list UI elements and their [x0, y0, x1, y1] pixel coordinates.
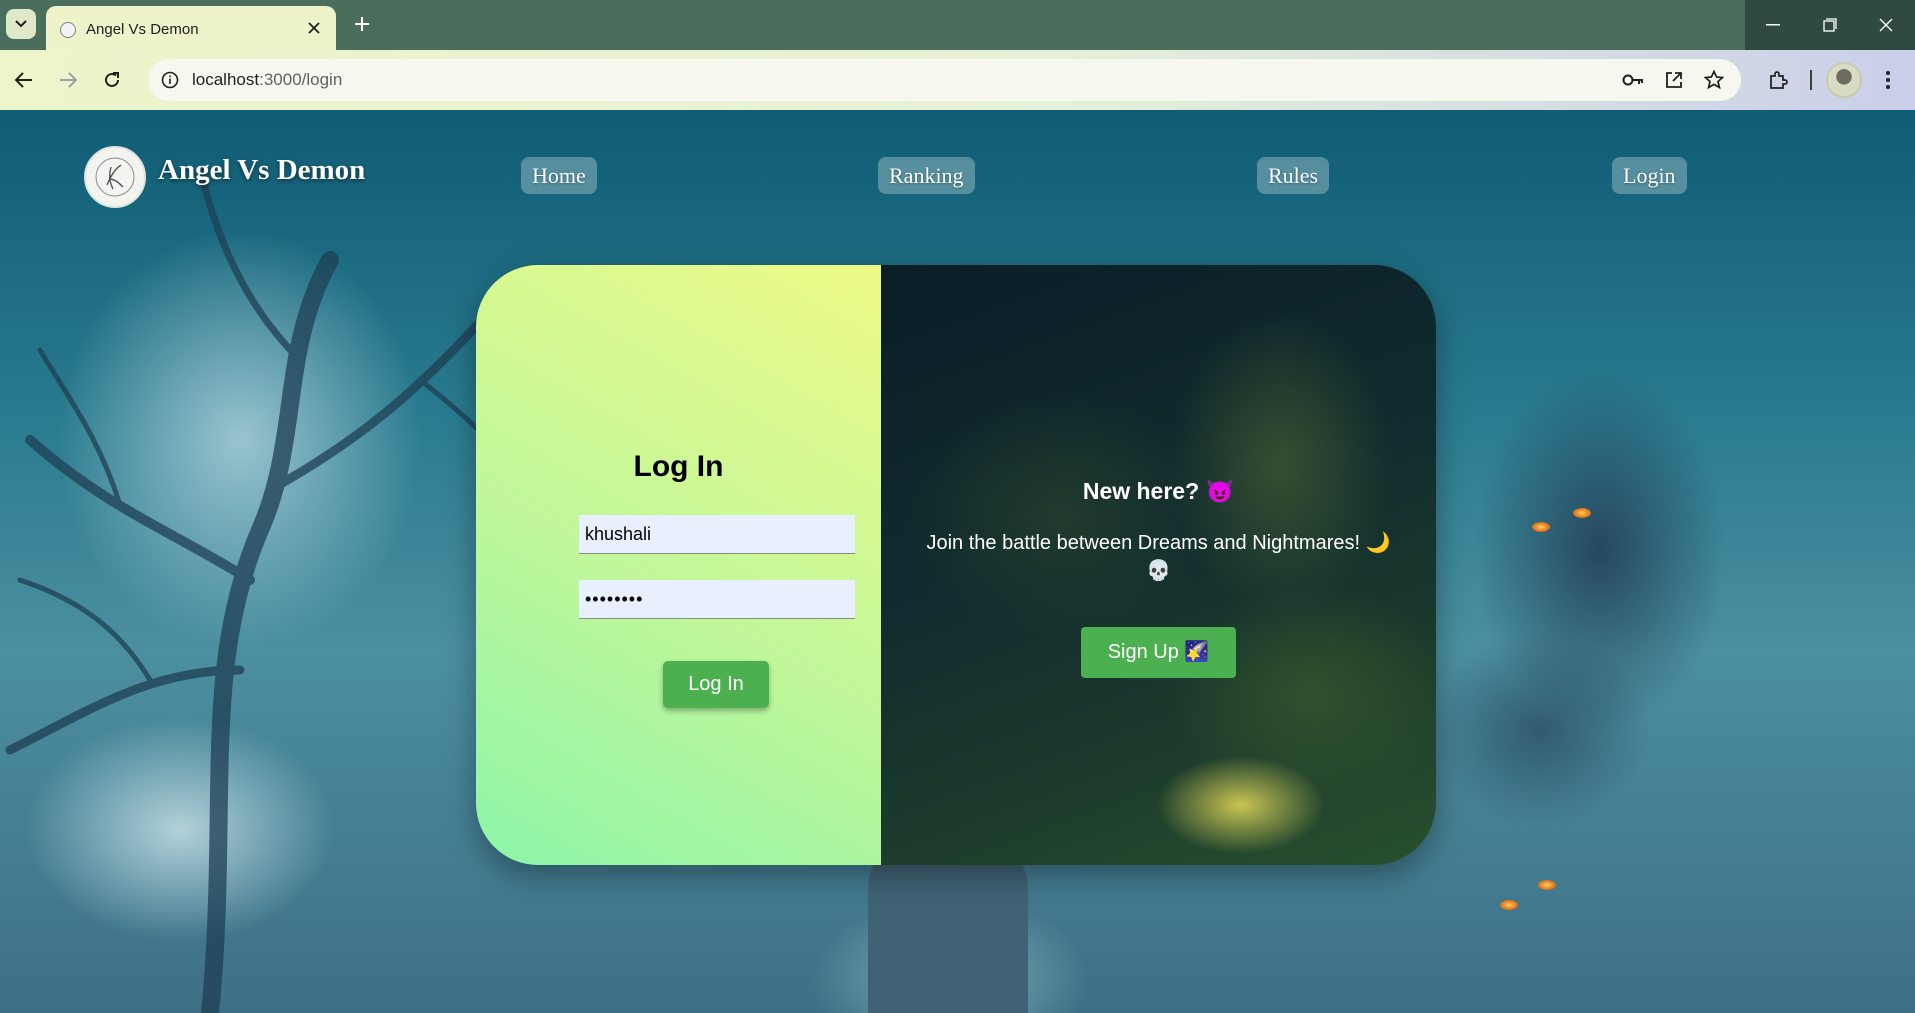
restore-icon[interactable] — [1802, 0, 1859, 50]
username-field[interactable]: khushali — [579, 515, 855, 554]
menu-kebab-icon[interactable] — [1872, 64, 1904, 96]
brand-name[interactable]: Angel Vs Demon — [158, 154, 365, 187]
browser-tab[interactable]: Angel Vs Demon — [46, 6, 336, 50]
signup-tagline: Join the battle between Dreams and Night… — [926, 532, 1391, 582]
url-path: :3000/login — [259, 70, 343, 89]
tab-title: Angel Vs Demon — [86, 21, 199, 38]
login-panel: Log In khushali •••••••• Log In — [476, 265, 881, 865]
close-icon[interactable] — [304, 18, 324, 38]
minimize-icon[interactable] — [1745, 0, 1802, 50]
new-tab-icon[interactable] — [348, 10, 376, 38]
browser-toolbar: localhost:3000/login — [0, 50, 1915, 110]
login-button[interactable]: Log In — [663, 661, 769, 708]
password-field[interactable]: •••••••• — [579, 580, 855, 619]
nav-link-home[interactable]: Home — [521, 157, 597, 194]
background-glowing-eye — [1532, 522, 1550, 532]
address-bar[interactable]: localhost:3000/login — [148, 59, 1741, 101]
nav-link-ranking[interactable]: Ranking — [878, 157, 975, 194]
nav-link-login[interactable]: Login — [1612, 157, 1687, 194]
url-text: localhost:3000/login — [192, 70, 342, 90]
signup-button[interactable]: Sign Up 🌠 — [1081, 627, 1236, 678]
open-in-app-icon[interactable] — [1662, 69, 1686, 91]
page-viewport: Angel Vs Demon Home Ranking Rules Login … — [0, 110, 1915, 1013]
favicon-icon — [60, 22, 76, 38]
tab-search-icon[interactable] — [6, 9, 36, 39]
bookmark-star-icon[interactable] — [1702, 69, 1726, 91]
logo-monogram-icon — [95, 157, 135, 197]
login-title: Log In — [633, 450, 724, 483]
toolbar-divider — [1810, 70, 1812, 90]
background-glowing-eye — [1538, 880, 1556, 890]
browser-tabstrip: Angel Vs Demon — [0, 0, 1915, 50]
signup-panel: New here? 😈 Join the battle between Drea… — [881, 265, 1436, 865]
window-controls — [1745, 0, 1915, 50]
auth-card: Log In khushali •••••••• Log In New here… — [476, 265, 1436, 865]
nav-link-rules[interactable]: Rules — [1257, 157, 1330, 194]
logo[interactable] — [84, 146, 146, 208]
background-glowing-eye — [1573, 508, 1591, 518]
window-close-icon[interactable] — [1858, 0, 1915, 50]
password-key-icon[interactable] — [1621, 69, 1645, 91]
reload-icon[interactable] — [96, 64, 128, 96]
back-icon[interactable] — [8, 64, 40, 96]
signup-heading: New here? 😈 — [1082, 478, 1235, 504]
extensions-icon[interactable] — [1762, 64, 1794, 96]
profile-avatar[interactable] — [1826, 62, 1862, 98]
site-info-icon[interactable] — [156, 66, 184, 94]
url-host: localhost — [192, 70, 260, 89]
background-glowing-eye — [1500, 900, 1518, 910]
forward-icon[interactable] — [52, 64, 84, 96]
site-navbar: Angel Vs Demon Home Ranking Rules Login — [0, 110, 1915, 220]
